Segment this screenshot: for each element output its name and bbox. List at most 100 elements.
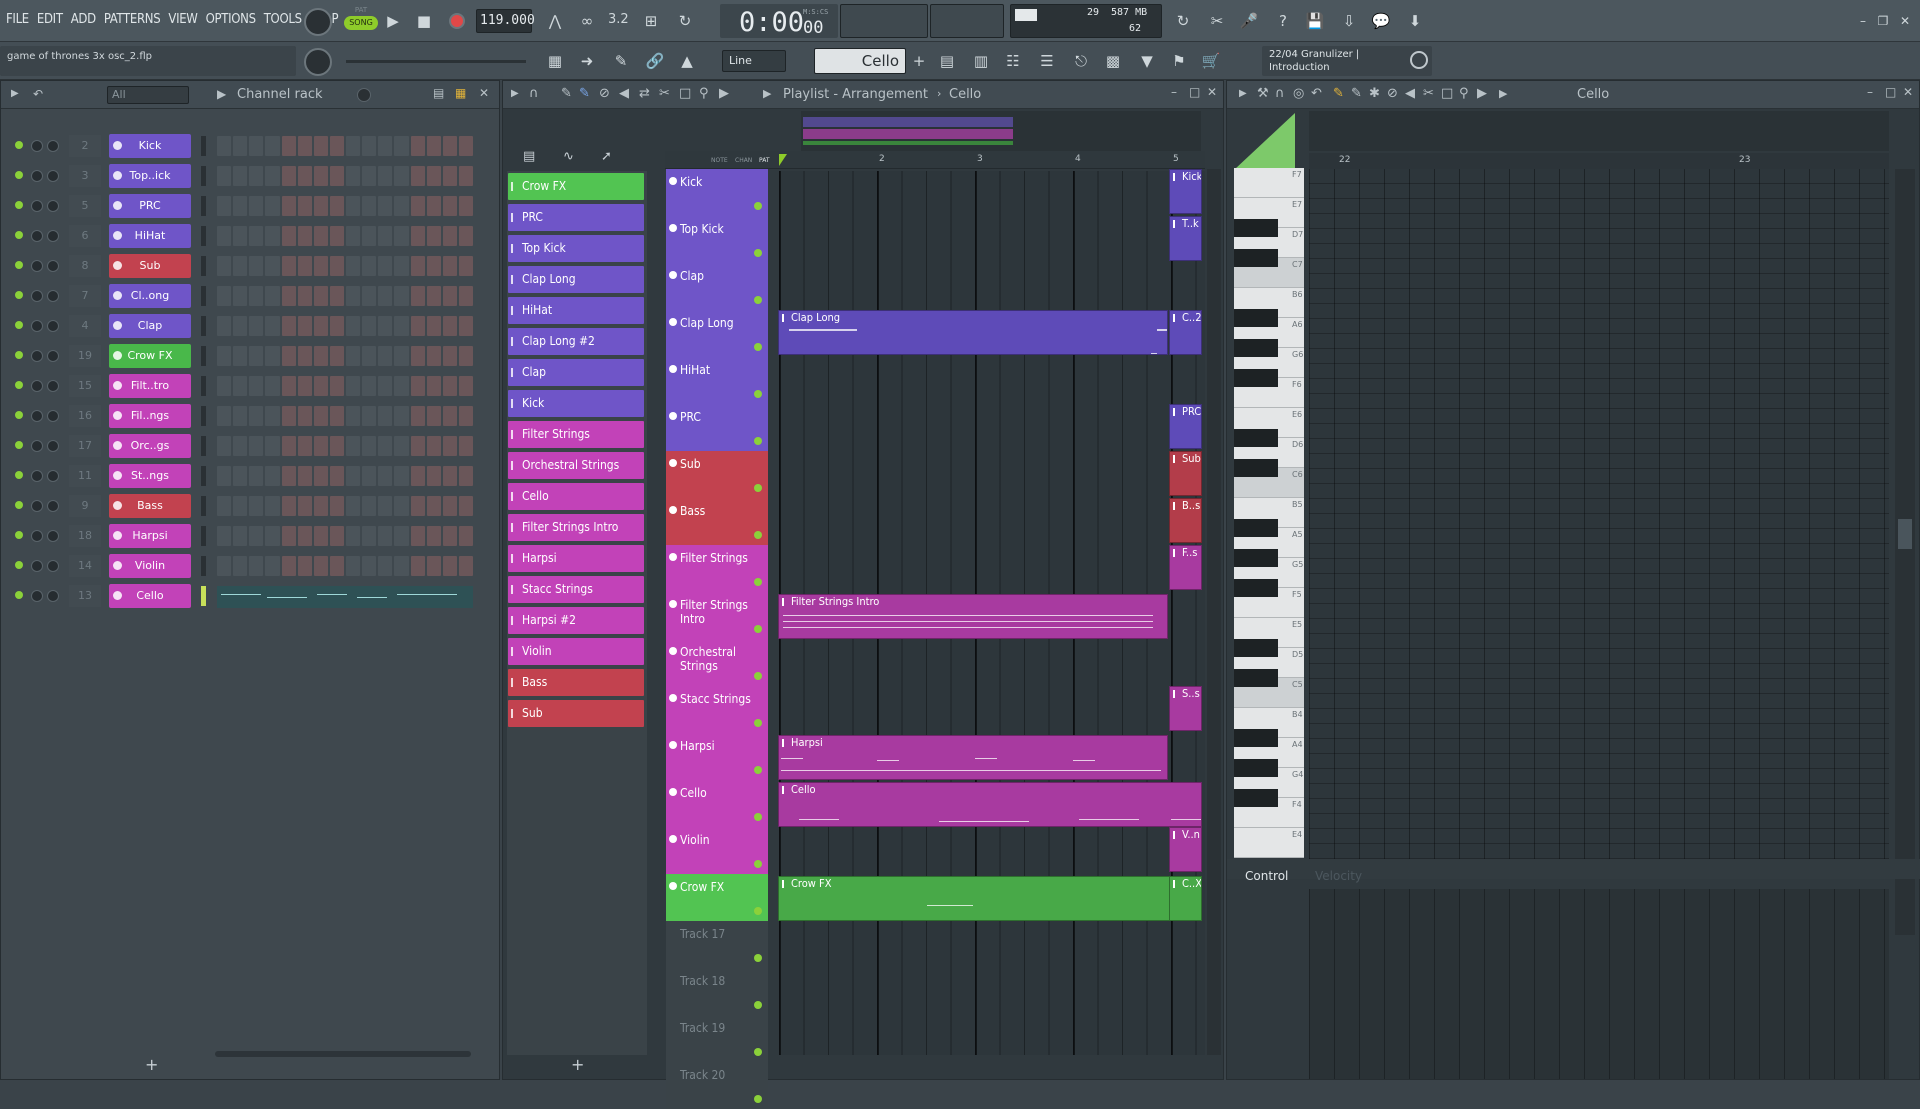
pattern-item[interactable]: Stacc Strings bbox=[508, 576, 644, 603]
track-mute-led[interactable] bbox=[754, 531, 762, 539]
step-button[interactable] bbox=[249, 286, 264, 306]
slice-tool-icon[interactable]: ✂ bbox=[659, 86, 670, 101]
pr-overview[interactable] bbox=[1309, 111, 1889, 151]
channel-select-bar[interactable] bbox=[201, 586, 206, 606]
step-button[interactable] bbox=[249, 256, 264, 276]
step-button[interactable] bbox=[346, 556, 361, 576]
step-button[interactable] bbox=[442, 346, 457, 366]
step-button[interactable] bbox=[394, 406, 409, 426]
pattern-item[interactable]: Kick bbox=[508, 390, 644, 417]
step-button[interactable] bbox=[394, 136, 409, 156]
step-button[interactable] bbox=[458, 496, 473, 516]
step-button[interactable] bbox=[329, 136, 344, 156]
channel-led[interactable] bbox=[15, 501, 23, 509]
step-button[interactable] bbox=[394, 166, 409, 186]
step-button[interactable] bbox=[217, 376, 232, 396]
channel-mixer-number[interactable]: 15 bbox=[69, 375, 101, 397]
channel-led[interactable] bbox=[15, 561, 23, 569]
channel-select-bar[interactable] bbox=[201, 436, 206, 456]
step-button[interactable] bbox=[313, 226, 328, 246]
step-button[interactable] bbox=[313, 256, 328, 276]
step-button[interactable] bbox=[265, 526, 280, 546]
playback-tool-icon[interactable]: ▶ bbox=[719, 86, 729, 101]
step-button[interactable] bbox=[297, 286, 312, 306]
step-button[interactable] bbox=[281, 466, 296, 486]
track-mute-led[interactable] bbox=[754, 1095, 762, 1103]
control-target[interactable]: Velocity bbox=[1315, 869, 1362, 883]
step-button[interactable] bbox=[378, 466, 393, 486]
clip-edge[interactable]: F..s bbox=[1169, 545, 1202, 590]
step-button[interactable] bbox=[217, 196, 232, 216]
pattern-item[interactable]: Harpsi bbox=[508, 545, 644, 572]
wait-input-icon[interactable]: ∞ bbox=[576, 10, 598, 32]
step-button[interactable] bbox=[346, 436, 361, 456]
track-mute-led[interactable] bbox=[754, 625, 762, 633]
step-button[interactable] bbox=[426, 526, 441, 546]
step-button[interactable] bbox=[378, 526, 393, 546]
channel-name-button[interactable]: Harpsi bbox=[109, 524, 191, 548]
channel-led[interactable] bbox=[15, 381, 23, 389]
step-button[interactable] bbox=[313, 376, 328, 396]
step-button[interactable] bbox=[233, 256, 248, 276]
step-button[interactable] bbox=[281, 166, 296, 186]
channel-mixer-number[interactable]: 19 bbox=[69, 345, 101, 367]
pattern-item[interactable]: Violin bbox=[508, 638, 644, 665]
step-button[interactable] bbox=[442, 286, 457, 306]
menu-edit[interactable]: EDIT bbox=[37, 12, 63, 27]
step-button[interactable] bbox=[410, 496, 425, 516]
step-button[interactable] bbox=[378, 406, 393, 426]
step-button[interactable] bbox=[458, 136, 473, 156]
pr-magnet-icon[interactable]: ∩ bbox=[1275, 86, 1285, 101]
track-header[interactable]: Track 19 bbox=[666, 1015, 768, 1062]
step-button[interactable] bbox=[265, 136, 280, 156]
track-mute-led[interactable] bbox=[754, 343, 762, 351]
step-button[interactable] bbox=[442, 136, 457, 156]
step-button[interactable] bbox=[394, 496, 409, 516]
track-mute-led[interactable] bbox=[754, 766, 762, 774]
step-button[interactable] bbox=[249, 406, 264, 426]
channel-led[interactable] bbox=[15, 441, 23, 449]
step-button[interactable] bbox=[346, 226, 361, 246]
record-icon[interactable] bbox=[449, 13, 465, 29]
channel-select-bar[interactable] bbox=[201, 196, 206, 216]
step-button[interactable] bbox=[362, 166, 377, 186]
step-button[interactable] bbox=[313, 526, 328, 546]
step-button[interactable] bbox=[378, 436, 393, 456]
track-header[interactable]: Violin bbox=[666, 827, 768, 874]
pat-song-toggle[interactable]: PAT SONG bbox=[344, 6, 378, 36]
menu-view[interactable]: VIEW bbox=[168, 12, 198, 27]
step-button[interactable] bbox=[233, 166, 248, 186]
channel-pan-knob[interactable] bbox=[31, 200, 43, 212]
track-header[interactable]: Clap Long bbox=[666, 310, 768, 357]
track-header[interactable]: HiHat bbox=[666, 357, 768, 404]
track-header[interactable]: Track 17 bbox=[666, 921, 768, 968]
step-button[interactable] bbox=[378, 226, 393, 246]
step-button[interactable] bbox=[378, 136, 393, 156]
rack-close-icon[interactable]: ✕ bbox=[479, 86, 489, 100]
clip-edge[interactable]: C..X bbox=[1169, 876, 1202, 921]
playlist-minimize-icon[interactable]: – bbox=[1171, 85, 1177, 99]
channel-pan-knob[interactable] bbox=[31, 260, 43, 272]
piano-black-key[interactable] bbox=[1234, 789, 1278, 807]
track-header[interactable]: Harpsi bbox=[666, 733, 768, 780]
step-button[interactable] bbox=[394, 346, 409, 366]
channel-volume-knob[interactable] bbox=[47, 500, 59, 512]
channel-led[interactable] bbox=[15, 261, 23, 269]
step-button[interactable] bbox=[233, 316, 248, 336]
step-button[interactable] bbox=[362, 316, 377, 336]
step-button[interactable] bbox=[346, 166, 361, 186]
pattern-item[interactable]: Clap bbox=[508, 359, 644, 386]
channel-name-button[interactable]: St..ngs bbox=[109, 464, 191, 488]
piano-black-key[interactable] bbox=[1234, 549, 1278, 567]
step-button[interactable] bbox=[217, 556, 232, 576]
piano-black-key[interactable] bbox=[1234, 759, 1278, 777]
step-button[interactable] bbox=[297, 406, 312, 426]
step-button[interactable] bbox=[313, 496, 328, 516]
step-button[interactable] bbox=[265, 316, 280, 336]
step-button[interactable] bbox=[265, 166, 280, 186]
step-button[interactable] bbox=[297, 496, 312, 516]
rack-undo-icon[interactable]: ↶ bbox=[33, 87, 43, 101]
pattern-selector[interactable]: Cello bbox=[814, 48, 906, 74]
channel-led[interactable] bbox=[15, 321, 23, 329]
step-button[interactable] bbox=[458, 406, 473, 426]
